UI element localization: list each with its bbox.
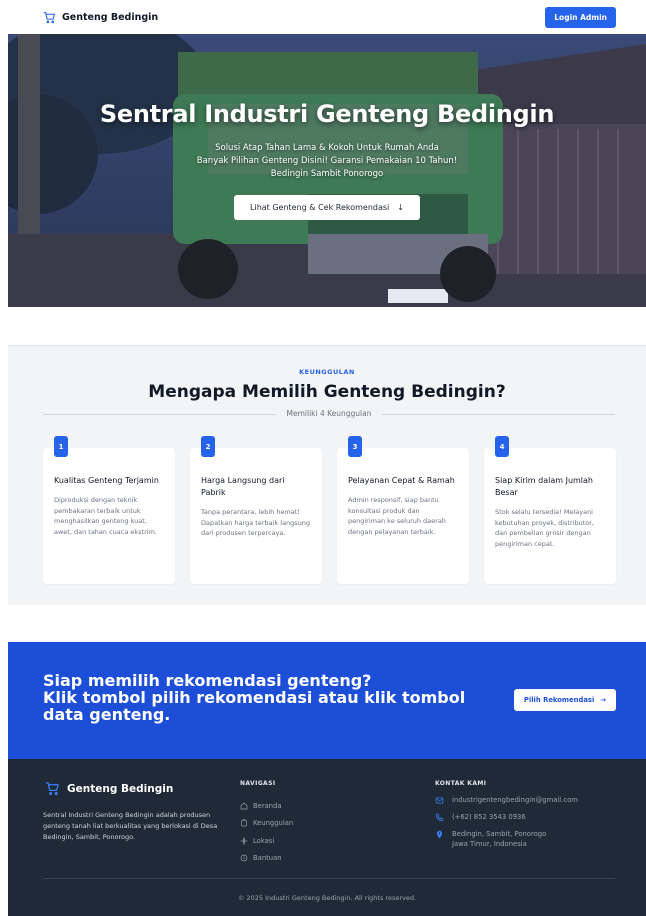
features-count: Memiliki 4 Keunggulan (276, 409, 382, 418)
contact-phone[interactable]: (+62) 852 3543 0936 (435, 812, 578, 822)
footer-nav-label: Beranda (253, 801, 282, 810)
footer-contact: industrigentengbedingin@gmail.com (+62) … (435, 795, 578, 856)
hero-subtitle-line-3: Bedingin Sambit Ponorogo (270, 169, 384, 179)
feature-title: Harga Langsung dari Pabrik (201, 476, 285, 497)
footer-nav-beranda[interactable]: Beranda (240, 797, 293, 815)
footer-nav-title: NAVIGASI (240, 780, 276, 787)
footer-nav-keunggulan[interactable]: Keunggulan (240, 815, 293, 833)
features-title: Mengapa Memilih Genteng Bedingin? (148, 382, 506, 402)
footer: Genteng Bedingin Sentral Industri Genten… (8, 759, 646, 916)
choose-recommendation-button[interactable]: Pilih Rekomendasi → (513, 689, 616, 711)
clipboard-icon (241, 819, 247, 827)
feature-title: Kualitas Genteng Terjamin (54, 476, 159, 485)
feature-card: 4 Siap Kirim dalam Jumlah Besar Stok sel… (484, 436, 616, 584)
footer-description: Sentral Industri Genteng Bedingin adalah… (43, 811, 218, 841)
view-genteng-button[interactable]: Lihat Genteng & Cek Rekomendasi ↓ (234, 195, 420, 220)
hero-content: Sentral Industri Genteng Bedingin Solusi… (8, 100, 646, 220)
home-icon (240, 802, 248, 810)
contact-address-text: Bedingin, Sambit, Ponorogo Jawa Timur, I… (452, 829, 546, 849)
feature-description: Tanpa perantara, lebih hemat! Dapatkan h… (201, 508, 311, 537)
phone-icon (435, 813, 444, 822)
feature-description: Admin responsif, siap bantu konsultasi p… (348, 496, 446, 536)
brand-logo[interactable]: Genteng Bedingin (43, 11, 158, 24)
features-divider: Memiliki 4 Keunggulan (43, 409, 615, 419)
feature-description: Stok selalu tersedia! Melayani kebutuhan… (495, 508, 594, 548)
help-icon (240, 854, 248, 862)
hero-subtitle-line-1: Solusi Atap Tahan Lama & Kokoh Untuk Rum… (215, 143, 439, 153)
location-icon (436, 830, 443, 839)
landing-page: Genteng Bedingin Login Admin Sentral Ind… (0, 0, 646, 916)
footer-copyright: © 2025 Industri Genteng Bedingin. All ri… (237, 894, 417, 902)
hero-section: Sentral Industri Genteng Bedingin Solusi… (8, 34, 646, 307)
footer-nav-lokasi[interactable]: Lokasi (240, 832, 293, 850)
footer-nav-label: Bantuan (253, 854, 282, 863)
feature-cards: 1 Kualitas Genteng Terjamin Diproduksi d… (43, 436, 616, 584)
address-line-2: Jawa Timur, Indonesia (452, 840, 527, 848)
feature-card: 3 Pelayanan Cepat & Ramah Admin responsi… (337, 436, 469, 584)
feature-title: Siap Kirim dalam Jumlah Besar (495, 476, 593, 497)
arrow-right-icon: → (600, 696, 606, 704)
feature-title: Pelayanan Cepat & Ramah (348, 476, 455, 485)
contact-address: Bedingin, Sambit, Ponorogo Jawa Timur, I… (435, 829, 578, 849)
feature-number-badge: 4 (495, 436, 509, 457)
cta-line-1: Siap memilih rekomendasi genteng? (43, 671, 372, 690)
footer-nav-bantuan[interactable]: Bantuan (240, 850, 293, 868)
login-admin-button[interactable]: Login Admin (545, 6, 616, 28)
footer-nav: Beranda Keunggulan Lokasi Bantuan (240, 797, 293, 867)
navbar: Genteng Bedingin Login Admin (0, 0, 646, 34)
view-genteng-label: Lihat Genteng & Cek Rekomendasi (250, 203, 390, 212)
cart-icon (45, 782, 59, 796)
address-line-1: Bedingin, Sambit, Ponorogo (452, 830, 547, 838)
footer-contact-title: KONTAK KAMI (435, 780, 487, 787)
contact-email-text: industrigentengbedingin@gmail.com (452, 796, 578, 804)
footer-divider (43, 878, 615, 879)
feature-number-badge: 3 (348, 436, 362, 457)
mail-icon (435, 797, 444, 804)
hero-title: Sentral Industri Genteng Bedingin (99, 100, 555, 128)
features-kicker: KEUNGGULAN (299, 368, 355, 376)
choose-recommendation-label: Pilih Rekomendasi (523, 696, 595, 704)
cta-line-2: Klik tombol pilih rekomendasi atau klik … (43, 688, 466, 724)
footer-brand[interactable]: Genteng Bedingin (45, 781, 173, 796)
hero-subtitle: Solusi Atap Tahan Lama & Kokoh Untuk Rum… (8, 142, 646, 181)
brand-name: Genteng Bedingin (62, 11, 159, 23)
feature-card: 1 Kualitas Genteng Terjamin Diproduksi d… (43, 436, 175, 584)
hero-subtitle-line-2: Banyak Pilihan Genteng Disini! Garansi P… (196, 156, 458, 166)
contact-phone-text: (+62) 852 3543 0936 (452, 813, 526, 821)
footer-nav-label: Lokasi (253, 836, 275, 845)
cta-section: Siap memilih rekomendasi genteng? Klik t… (8, 642, 646, 759)
map-pin-icon (240, 836, 248, 845)
footer-brand-name: Genteng Bedingin (67, 782, 174, 795)
feature-description: Diproduksi dengan teknik pembakaran terb… (54, 496, 157, 536)
cart-icon (43, 11, 55, 23)
contact-email[interactable]: industrigentengbedingin@gmail.com (435, 795, 578, 805)
feature-number-badge: 2 (201, 436, 215, 457)
cta-heading: Siap memilih rekomendasi genteng? Klik t… (43, 672, 503, 723)
feature-card: 2 Harga Langsung dari Pabrik Tanpa peran… (190, 436, 322, 584)
feature-number-badge: 1 (54, 436, 68, 457)
arrow-down-icon: ↓ (397, 203, 404, 212)
footer-nav-label: Keunggulan (253, 819, 294, 828)
features-section: KEUNGGULAN Mengapa Memilih Genteng Bedin… (8, 345, 646, 605)
